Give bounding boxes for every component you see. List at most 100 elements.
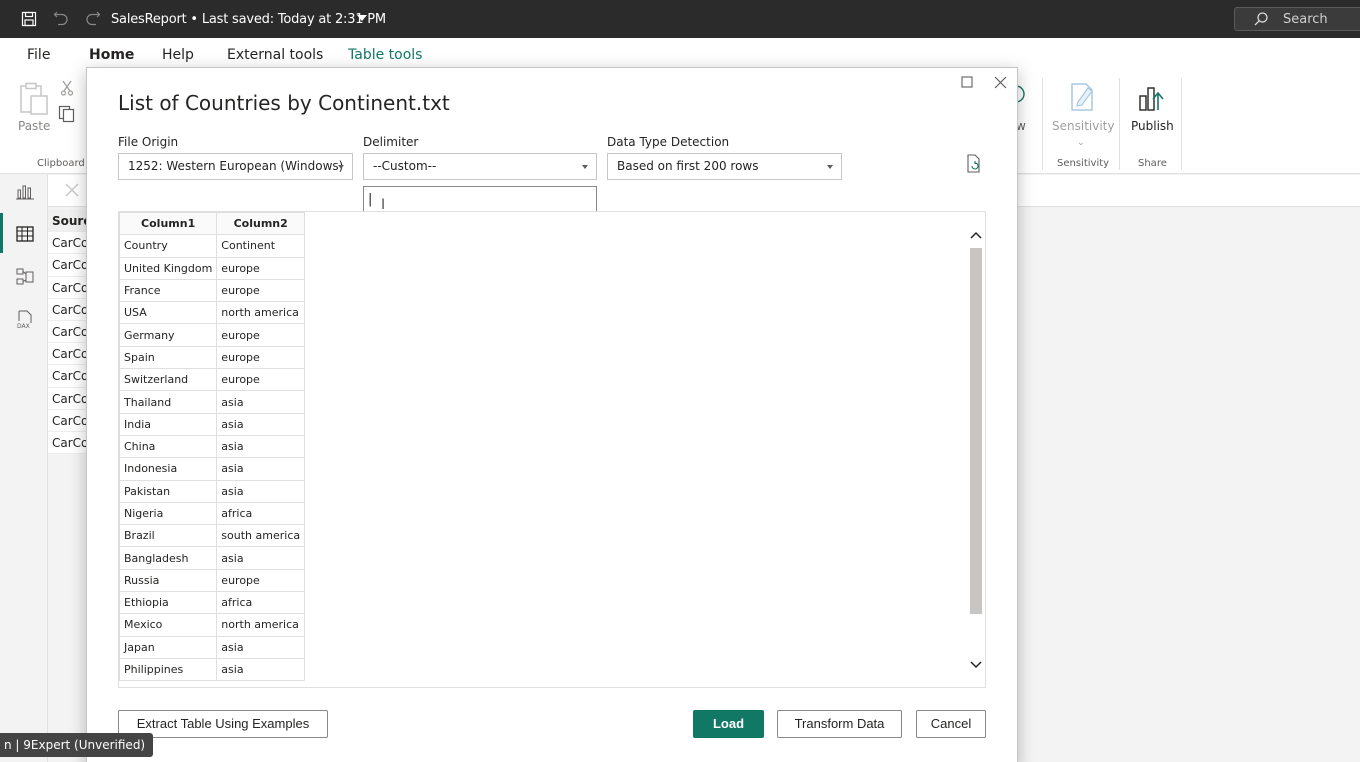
table-row: Nigeria africa <box>118 501 306 526</box>
table-row: Philippines asia <box>118 657 306 682</box>
table-cell: africa <box>216 591 306 615</box>
cancel-button[interactable]: Cancel <box>916 710 986 738</box>
menu-external-tools[interactable]: External tools <box>227 47 323 63</box>
table-row: Mexico north america <box>118 613 306 637</box>
table-cell: europe <box>216 278 306 303</box>
menu-file[interactable]: File <box>27 47 50 63</box>
table-cell: Indonesia <box>118 457 218 481</box>
menu-home[interactable]: Home <box>89 47 134 63</box>
table-row: France europe <box>118 278 306 303</box>
svg-text:DAX: DAX <box>17 323 30 330</box>
search-label: Search <box>1283 12 1328 27</box>
delimiter-label: Delimiter <box>363 135 419 149</box>
scrollbar-thumb[interactable] <box>970 248 982 614</box>
chevron-down-icon[interactable] <box>969 658 983 672</box>
column-header: Column2 <box>216 211 306 236</box>
custom-delimiter-input[interactable]: | I <box>363 186 597 213</box>
table-row: Japan asia <box>118 635 306 659</box>
file-origin-select[interactable]: 1252: Western European (Windows) <box>118 153 353 180</box>
table-row: Pakistan asia <box>118 479 306 503</box>
sensitivity-icon[interactable] <box>1066 80 1098 117</box>
table-cell: asia <box>216 657 306 682</box>
search-box[interactable]: Search <box>1234 7 1360 31</box>
maximize-icon[interactable] <box>959 74 975 90</box>
column-header: Column1 <box>118 211 218 236</box>
undo-icon[interactable] <box>51 9 71 29</box>
table-cell: Thailand <box>118 390 218 414</box>
table-cell: asia <box>216 546 306 570</box>
close-icon[interactable] <box>992 74 1008 90</box>
table-cell: China <box>118 434 218 459</box>
file-origin-value: 1252: Western European (Windows) <box>128 159 344 173</box>
table-row: India asia <box>118 412 306 436</box>
table-cell: Switzerland <box>118 368 218 392</box>
copy-icon[interactable] <box>58 105 76 126</box>
redo-icon[interactable] <box>83 9 103 29</box>
menu-table-tools[interactable]: Table tools <box>348 47 422 63</box>
table-cell: Pakistan <box>118 479 218 503</box>
publish-icon[interactable] <box>1136 80 1168 117</box>
transform-data-button[interactable]: Transform Data <box>777 710 902 738</box>
data-type-detection-label: Data Type Detection <box>607 135 730 149</box>
table-cell: Germany <box>118 323 218 347</box>
chevron-down-icon <box>582 165 588 169</box>
document-title[interactable]: SalesReport • Last saved: Today at 2:31 … <box>111 12 386 27</box>
table-cell: Philippines <box>118 657 218 682</box>
publish-label[interactable]: Publish <box>1131 119 1174 133</box>
ribbon-separator <box>1119 78 1120 170</box>
dax-query-view-icon[interactable]: DAX <box>14 309 36 331</box>
paste-label: Paste <box>18 119 51 133</box>
preview-table: Column1 Column2 Country Continent United … <box>118 211 306 682</box>
cut-icon[interactable] <box>60 80 74 99</box>
table-cell: europe <box>216 256 306 280</box>
menu-help[interactable]: Help <box>162 47 194 63</box>
preview-scrollbar[interactable] <box>967 224 985 674</box>
table-row: Country Continent <box>118 234 306 258</box>
table-cell: asia <box>216 635 306 659</box>
title-bar: SalesReport • Last saved: Today at 2:31 … <box>0 0 1360 38</box>
sensitivity-label: Sensitivity <box>1052 119 1115 133</box>
table-cell: north america <box>216 301 306 325</box>
table-row: Spain europe <box>118 345 306 370</box>
table-row: Ethiopia africa <box>118 591 306 615</box>
data-type-detection-select[interactable]: Based on first 200 rows <box>607 153 842 180</box>
clipboard-group-label: Clipboard <box>37 158 85 169</box>
report-view-icon[interactable] <box>14 181 36 203</box>
data-preview: Column1 Column2 Country Continent United … <box>118 211 986 688</box>
paste-icon[interactable] <box>18 82 50 119</box>
delimiter-value: --Custom-- <box>373 159 437 173</box>
rail-active-indicator <box>0 213 3 253</box>
chevron-down-icon <box>827 165 833 169</box>
view-rail: DAX <box>0 175 48 762</box>
table-cell: africa <box>216 501 306 526</box>
table-row: USA north america <box>118 301 306 325</box>
ribbon-separator <box>1042 78 1043 170</box>
refresh-preview-icon[interactable] <box>965 154 983 177</box>
table-row: China asia <box>118 434 306 459</box>
delimiter-select[interactable]: --Custom-- <box>363 153 597 180</box>
table-cell: Country <box>118 234 218 258</box>
table-cell: south america <box>216 524 306 548</box>
table-cell: Japan <box>118 635 218 659</box>
table-row: Switzerland europe <box>118 368 306 392</box>
close-formula-icon[interactable] <box>64 182 80 201</box>
table-cell: Continent <box>216 234 306 258</box>
table-cell: asia <box>216 434 306 459</box>
search-icon <box>1253 11 1269 31</box>
chevron-up-icon[interactable] <box>969 228 983 242</box>
table-view-icon[interactable] <box>14 223 36 245</box>
table-cell: Brazil <box>118 524 218 548</box>
table-cell: Spain <box>118 345 218 370</box>
model-view-icon[interactable] <box>14 266 36 288</box>
table-cell: Russia <box>118 568 218 593</box>
table-row: Brazil south america <box>118 524 306 548</box>
table-cell: asia <box>216 390 306 414</box>
table-cell: India <box>118 412 218 436</box>
save-icon[interactable] <box>19 9 39 29</box>
table-row: Bangladesh asia <box>118 546 306 570</box>
title-dropdown-icon[interactable] <box>357 15 367 21</box>
load-button[interactable]: Load <box>693 710 764 738</box>
table-cell: France <box>118 278 218 303</box>
table-cell: Ethiopia <box>118 591 218 615</box>
sensitivity-dropdown-icon[interactable]: ⌄ <box>1077 138 1085 148</box>
